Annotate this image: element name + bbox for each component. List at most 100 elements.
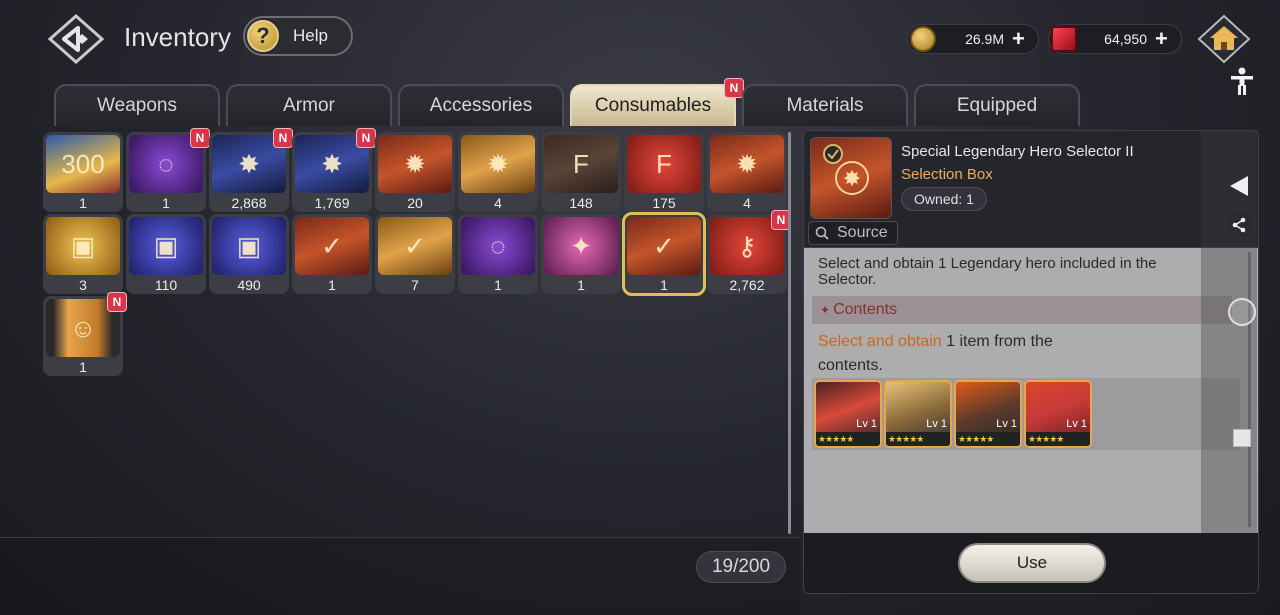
use-button[interactable]: Use [958,543,1106,583]
inventory-slot[interactable]: ✓ 7 [375,214,455,294]
top-bar: Inventory ? Help 26.9M + 64,950 + [0,0,1280,95]
add-gem-button[interactable]: + [1155,28,1173,50]
tab-armor[interactable]: Armor [226,84,392,126]
share-glyph-icon [1232,217,1246,233]
tab-consumables[interactable]: Consumables N [570,78,744,126]
inventory-slot[interactable]: ▣ 3 [43,214,123,294]
item-type: Selection Box [901,166,993,183]
ruby-gem-icon [1051,26,1077,52]
tab-weapons[interactable]: Weapons [54,84,220,126]
home-button[interactable] [1197,14,1251,64]
item-symbol: ✓ [404,230,426,261]
item-symbol: ◌ [490,230,506,261]
hero-option[interactable]: Lv 1 ★★★★★ [954,380,1022,448]
gem-currency: 64,950 + [1048,24,1182,54]
item-quantity: 1,769 [314,195,350,211]
item-quantity: 148 [569,195,593,211]
hero-level: Lv 1 [926,418,947,430]
circle-handle[interactable] [1228,298,1256,326]
chest-blue-item-icon: ▣ [212,217,286,275]
inventory-slot[interactable]: F 175 [624,132,704,212]
inventory-slot[interactable]: ◌ 1 [458,214,538,294]
hero-stars: ★★★★★ [886,432,950,446]
item-name: Special Legendary Hero Selector II [901,143,1134,160]
item-thumbnail: ✸ [810,137,892,219]
inventory-slot[interactable]: ✹ 20 [375,132,455,212]
help-button[interactable]: ? Help [243,16,353,56]
item-symbol: ✹ [736,148,758,179]
card-brown-item-icon: F [544,135,618,193]
tab-label: Consumables [594,95,712,116]
inventory-slot[interactable]: F 148 [541,132,621,212]
card-gold-item-icon: ✓ [378,217,452,275]
inventory-slot[interactable]: ✓ 1 [622,212,706,296]
add-gold-button[interactable]: + [1012,28,1030,50]
inventory-slot[interactable]: ✸ 2,868 N [209,128,293,212]
select-highlight: Select and obtain [818,333,942,350]
item-quantity: 490 [237,277,261,293]
item-symbol: ✓ [653,230,675,261]
chest-gold-item-icon: ▣ [46,217,120,275]
source-button[interactable]: Source [808,221,898,245]
item-detail-panel: ✸ Special Legendary Hero Selector II Sel… [803,130,1259,594]
item-symbol: ▣ [153,230,179,261]
card-gold-item-icon: ✹ [461,135,535,193]
hero-choices: Lv 1 ★★★★★ Lv 1 ★★★★★ Lv 1 ★★★★★ Lv 1 ★★… [812,378,1240,450]
hero-option[interactable]: Lv 1 ★★★★★ [884,380,952,448]
hero-stars: ★★★★★ [1026,432,1090,446]
card-red-item-icon: ✹ [378,135,452,193]
contents-header: ✦ Contents [812,296,1232,324]
inventory-slot[interactable]: ◌ 1 N [126,128,210,212]
gold-currency: 26.9M + [907,24,1039,54]
item-symbol: F [573,148,589,179]
tab-materials[interactable]: Materials [742,84,908,126]
item-quantity: 4 [494,195,502,211]
item-quantity: 1 [79,359,87,375]
inventory-slot[interactable]: 300 1 [43,132,123,212]
accessibility-icon[interactable] [1228,66,1256,96]
inventory-slot[interactable]: ✦ 1 [541,214,621,294]
hero-selector-card-icon: ✸ [823,144,869,195]
inventory-slot[interactable]: ▣ 490 [209,214,289,294]
owned-count: Owned: 1 [901,187,987,211]
item-quantity: 110 [154,277,178,293]
help-icon: ? [247,20,279,52]
item-quantity: 1 [162,195,170,211]
item-quantity: 2,868 [231,195,267,211]
source-label: Source [837,224,888,241]
slot-count: 19/200 [696,551,786,583]
gem-amount: 64,950 [1104,31,1147,47]
hero-option[interactable]: Lv 1 ★★★★★ [1024,380,1092,448]
inventory-slot[interactable]: ✸ 1,769 N [292,128,376,212]
square-handle[interactable] [1233,429,1251,447]
card-red-item-icon: ✓ [627,217,701,275]
item-quantity: 1 [494,277,502,293]
item-quantity: 1 [577,277,585,293]
chest-red-item-icon: F [627,135,701,193]
box-purple-item-icon: ◌ [461,217,535,275]
collapse-arrow-icon[interactable] [1228,174,1250,198]
inventory-slot[interactable]: ✓ 1 [292,214,372,294]
item-quantity: 1 [660,277,668,293]
back-button[interactable] [48,14,104,64]
inventory-slot[interactable]: ▣ 110 [126,214,206,294]
tab-accessories[interactable]: Accessories [398,84,564,126]
search-icon [815,226,829,240]
card-red-item-icon: ✓ [295,217,369,275]
inventory-slot[interactable]: ☺ 1 N [43,292,127,376]
tab-label: Armor [283,95,335,116]
hero-option[interactable]: Lv 1 ★★★★★ [814,380,882,448]
share-icon[interactable] [1226,212,1252,238]
item-symbol: ✹ [404,148,426,179]
tab-equipped[interactable]: Equipped [914,84,1080,126]
detail-body: Select and obtain 1 Legendary hero inclu… [803,248,1259,533]
new-badge: N [107,292,127,312]
inventory-slot[interactable]: ✹ 4 [458,132,538,212]
inventory-slot[interactable]: ⚷ 2,762 N [707,210,791,294]
bottom-bar [0,537,800,615]
grid-scrollbar[interactable] [788,132,791,534]
inventory-slot[interactable]: ✹ 4 [707,132,787,212]
tab-label: Weapons [97,95,177,116]
item-symbol: ✓ [321,230,343,261]
item-symbol: ▣ [236,230,262,261]
